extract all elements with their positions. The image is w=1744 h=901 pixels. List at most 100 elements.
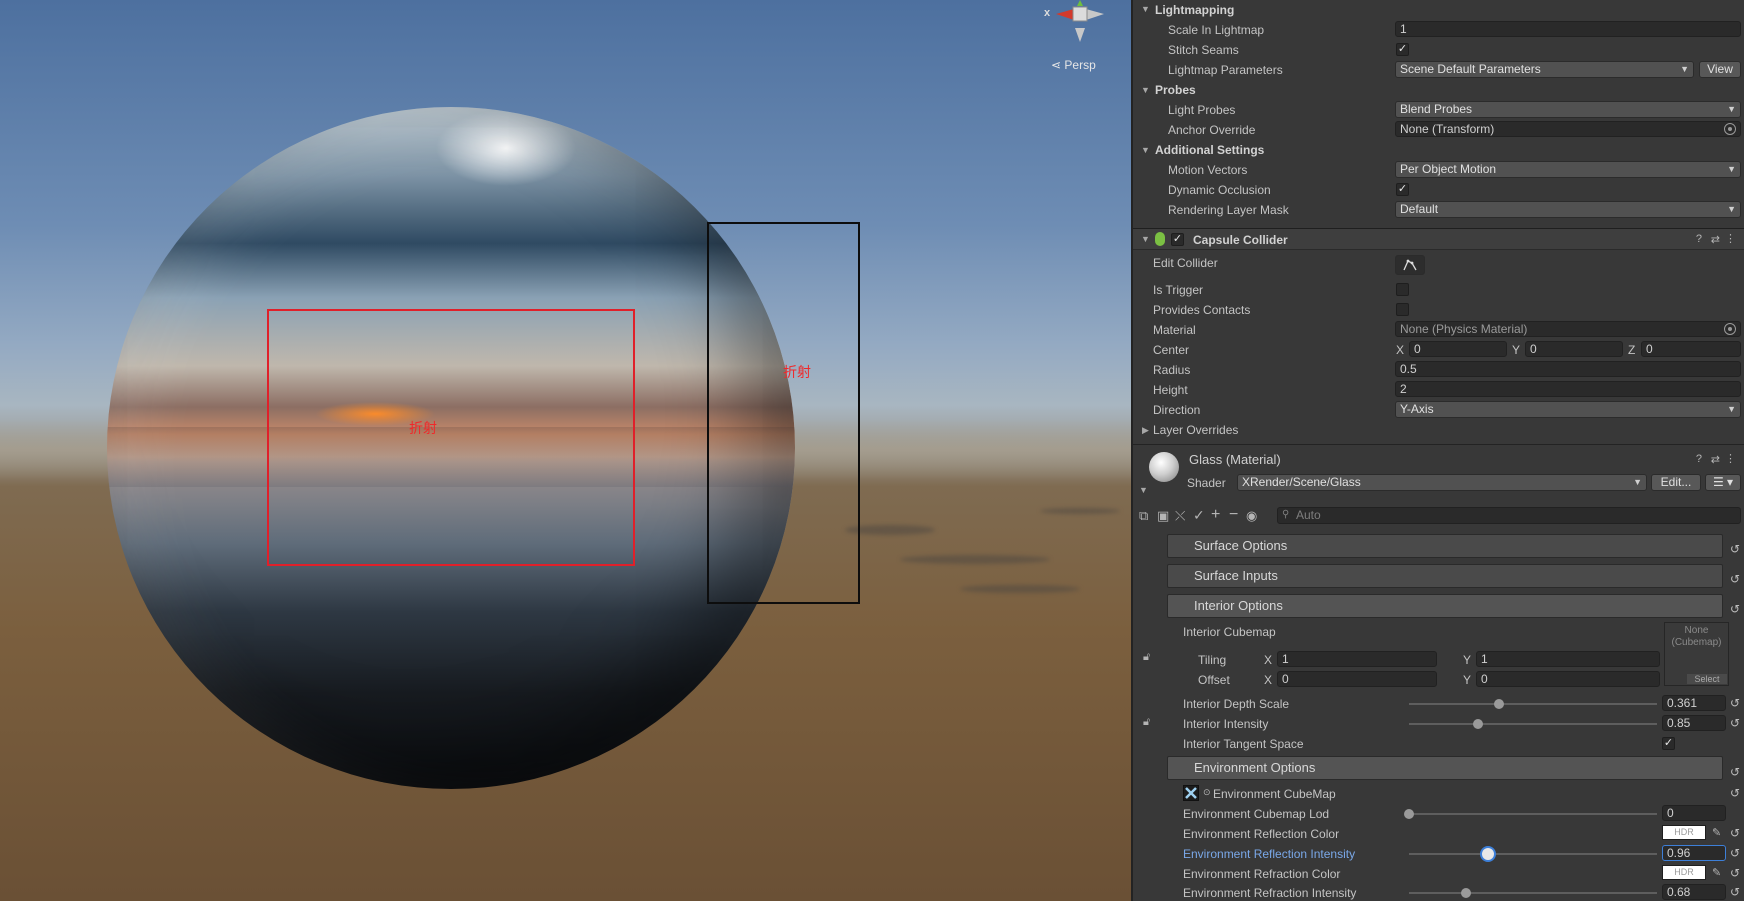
environment-cubemap-lod-field[interactable]: 0 [1662,805,1726,821]
light-probes-dropdown[interactable]: Blend Probes ▼ [1395,101,1741,118]
slider-knob[interactable] [1473,719,1484,729]
help-icon[interactable]: ? [1696,233,1702,245]
physics-material-field[interactable]: None (Physics Material) [1395,321,1741,337]
cubemap-select-button[interactable]: Select [1687,674,1727,684]
dynamic-occlusion-checkbox[interactable]: ✓ [1396,183,1409,196]
check-icon[interactable]: ✓ [1193,507,1205,524]
reset-icon[interactable]: ↺ [1730,696,1740,710]
presets-icon[interactable]: ⇄ [1711,453,1720,466]
object-picker-icon[interactable] [1724,323,1736,335]
eyedropper-icon[interactable]: ✎ [1712,826,1721,839]
reset-icon[interactable]: ↺ [1730,786,1740,800]
fold-arrow-right-icon[interactable]: ▶ [1142,425,1149,436]
anchor-override-field[interactable]: None (Transform) [1395,121,1741,137]
eyedropper-icon[interactable]: ✎ [1712,866,1721,879]
lock-icon[interactable]: 🔓︎ [1143,651,1150,664]
surface-options-section[interactable]: Surface Options [1167,534,1723,558]
reset-icon[interactable]: ↺ [1730,542,1740,556]
reset-icon[interactable]: ↺ [1730,765,1740,779]
object-picker-icon[interactable]: ⊙ [1203,787,1211,798]
interior-depth-scale-slider[interactable] [1409,699,1657,709]
minus-icon[interactable]: − [1229,506,1238,524]
radius-field[interactable]: 0.5 [1395,361,1741,377]
reset-icon[interactable]: ↺ [1730,602,1740,616]
environment-refraction-intensity-field[interactable]: 0.68 [1662,884,1726,900]
lock-icon[interactable]: 🔓︎ [1143,716,1150,729]
interior-depth-scale-field[interactable]: 0.361 [1662,695,1726,711]
height-field[interactable]: 2 [1395,381,1741,397]
environment-refraction-color-swatch[interactable]: HDR [1662,865,1706,880]
additional-settings-header[interactable]: Additional Settings [1155,143,1264,157]
presets-icon[interactable]: ⇄ [1711,233,1720,246]
reset-icon[interactable]: ↺ [1730,716,1740,730]
slider-knob[interactable] [1493,699,1504,709]
environment-options-section[interactable]: Environment Options [1167,756,1723,780]
shader-menu-button[interactable]: ☰ ▾ [1705,474,1741,491]
center-y-field[interactable]: 0 [1525,341,1623,357]
plus-icon[interactable]: + [1211,506,1220,524]
reset-icon[interactable]: ↺ [1730,846,1740,860]
direction-dropdown[interactable]: Y-Axis ▼ [1395,401,1741,418]
capsule-collider-header[interactable]: ▼ ✓ Capsule Collider ? ⇄ ⋮ [1133,228,1744,250]
reset-icon[interactable]: ↺ [1730,826,1740,840]
slider-knob[interactable] [1404,809,1414,819]
fold-arrow-icon[interactable]: ▼ [1139,485,1148,495]
view-button[interactable]: View [1699,61,1741,78]
rendering-layer-mask-dropdown[interactable]: Default ▼ [1395,201,1741,218]
object-picker-icon[interactable] [1724,123,1736,135]
layer-overrides-label[interactable]: Layer Overrides [1153,423,1238,437]
environment-refraction-intensity-slider[interactable] [1409,888,1657,898]
tiling-x-field[interactable]: 1 [1277,651,1437,667]
tiling-y-field[interactable]: 1 [1476,651,1660,667]
fold-arrow-icon[interactable]: ▼ [1141,4,1150,14]
reset-icon[interactable]: ↺ [1730,572,1740,586]
fold-arrow-icon[interactable]: ▼ [1141,145,1150,155]
collapse-icon[interactable]: ⤬ [1175,508,1185,524]
environment-reflection-color-swatch[interactable]: HDR [1662,825,1706,840]
reset-icon[interactable]: ↺ [1730,866,1740,880]
property-search-input[interactable]: ⚲ Auto [1277,507,1741,524]
copy-icon[interactable]: ⧉ [1139,508,1148,524]
stitch-seams-checkbox[interactable]: ✓ [1396,43,1409,56]
scale-in-lightmap-field[interactable]: 1 [1395,21,1741,37]
probes-header[interactable]: Probes [1155,83,1196,97]
environment-reflection-intensity-field[interactable]: 0.96 [1662,845,1726,861]
motion-vectors-dropdown[interactable]: Per Object Motion ▼ [1395,161,1741,178]
environment-cubemap-thumbnail[interactable] [1183,785,1199,801]
interior-tangent-space-checkbox[interactable]: ✓ [1662,737,1675,750]
is-trigger-checkbox[interactable] [1396,283,1409,296]
edit-collider-button[interactable] [1395,255,1425,275]
fold-arrow-icon[interactable]: ▼ [1141,234,1150,244]
shader-dropdown[interactable]: XRender/Scene/Glass ▼ [1237,474,1647,491]
lightmap-parameters-dropdown[interactable]: Scene Default Parameters ▼ [1395,61,1694,78]
interior-options-section[interactable]: Interior Options [1167,594,1723,618]
fold-arrow-icon[interactable]: ▼ [1141,85,1150,95]
capsule-collider-enabled-checkbox[interactable]: ✓ [1171,233,1184,246]
help-icon[interactable]: ? [1696,453,1702,465]
material-name: Glass (Material) [1189,452,1281,467]
cubemap-slot-text: None (Cubemap) [1671,625,1722,648]
paste-icon[interactable]: ▣ [1157,508,1169,524]
interior-intensity-field[interactable]: 0.85 [1662,715,1726,731]
reset-icon[interactable]: ↺ [1730,885,1740,899]
lightmapping-header[interactable]: Lightmapping [1155,3,1234,17]
more-menu-icon[interactable]: ⋮ [1725,232,1736,245]
center-x-field[interactable]: 0 [1409,341,1507,357]
offset-y-field[interactable]: 0 [1476,671,1660,687]
interior-cubemap-slot[interactable]: None (Cubemap) Select [1664,622,1729,686]
interior-intensity-slider[interactable] [1409,719,1657,729]
provides-contacts-checkbox[interactable] [1396,303,1409,316]
offset-x-field[interactable]: 0 [1277,671,1437,687]
environment-reflection-intensity-slider[interactable] [1409,848,1657,860]
gizmo-icon[interactable] [1040,0,1131,48]
shader-edit-button[interactable]: Edit... [1651,474,1701,491]
scene-view[interactable]: 折射 折射 x ⋖ Persp [0,0,1131,901]
more-menu-icon[interactable]: ⋮ [1725,452,1736,465]
slider-knob[interactable] [1461,888,1472,898]
view-mode-label[interactable]: ⋖ Persp [1051,58,1096,72]
eye-icon[interactable]: ◉ [1246,508,1257,524]
slider-knob[interactable] [1482,848,1495,860]
environment-cubemap-lod-slider[interactable] [1404,809,1657,819]
surface-inputs-section[interactable]: Surface Inputs [1167,564,1723,588]
center-z-field[interactable]: 0 [1641,341,1741,357]
